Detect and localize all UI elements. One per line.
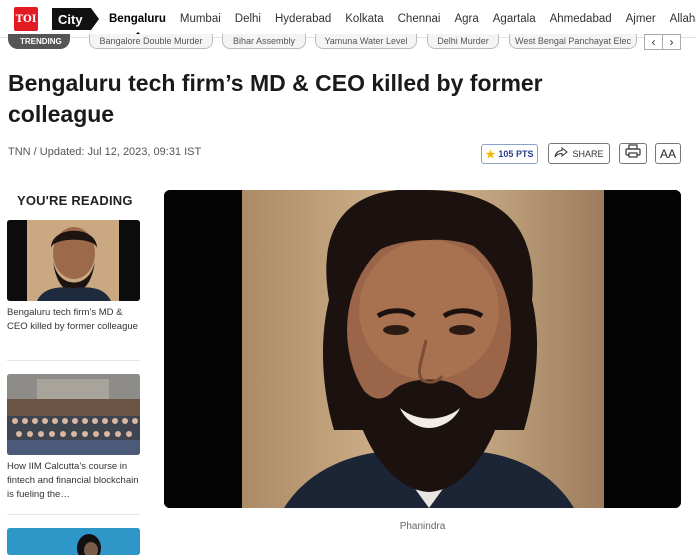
- trending-label: TRENDING: [8, 34, 70, 49]
- article-byline: TNN / Updated: Jul 12, 2023, 09:31 IST: [8, 146, 202, 158]
- printer-icon: [625, 144, 641, 163]
- city-list: Bengaluru Mumbai Delhi Hyderabad Kolkata…: [109, 0, 696, 37]
- top-nav: TOI City Bengaluru Mumbai Delhi Hyderaba…: [0, 0, 696, 38]
- trending-next-button[interactable]: ›: [662, 34, 681, 50]
- city-item-agra[interactable]: Agra: [454, 13, 492, 25]
- rail-item-text: How IIM Calcutta’s course in fintech and…: [7, 461, 139, 500]
- city-item-mumbai[interactable]: Mumbai: [180, 13, 235, 25]
- trending-bar: TRENDING Bangalore Double Murder Bihar A…: [0, 34, 696, 50]
- points-badge[interactable]: ★ 105 PTS: [481, 144, 538, 164]
- city-item-agartala[interactable]: Agartala: [493, 13, 550, 25]
- chevron-left-icon: ‹: [651, 35, 656, 49]
- share-label: SHARE: [572, 148, 604, 159]
- trending-pill[interactable]: Bangalore Double Murder: [89, 34, 213, 49]
- trending-pill[interactable]: West Bengal Panchayat Elec: [509, 34, 637, 49]
- rail-item[interactable]: [7, 528, 140, 555]
- share-icon: [554, 146, 569, 160]
- article-headline: Bengaluru tech firm’s MD & CEO killed by…: [8, 70, 543, 127]
- trending-pill[interactable]: Yamuna Water Level: [315, 34, 417, 49]
- rail-divider: [7, 514, 140, 515]
- share-button[interactable]: SHARE: [548, 143, 610, 164]
- rail-item[interactable]: Bengaluru tech firm’s MD & CEO killed by…: [7, 220, 140, 334]
- chevron-right-icon: ›: [669, 35, 674, 49]
- city-item-bengaluru[interactable]: Bengaluru: [109, 13, 180, 37]
- trending-pill[interactable]: Bihar Assembly: [222, 34, 306, 49]
- points-label: 105 PTS: [498, 149, 534, 159]
- article-photo: [164, 190, 681, 508]
- rail-thumbnail: [7, 528, 140, 555]
- city-item-chennai[interactable]: Chennai: [398, 13, 455, 25]
- font-size-button[interactable]: AA: [655, 143, 681, 164]
- city-item-delhi[interactable]: Delhi: [235, 13, 275, 25]
- rail-divider: [7, 360, 140, 361]
- city-item-kolkata[interactable]: Kolkata: [345, 13, 397, 25]
- rail-item-text: Bengaluru tech firm’s MD & CEO killed by…: [7, 307, 138, 332]
- city-item-ahmedabad[interactable]: Ahmedabad: [550, 13, 626, 25]
- rail-thumbnail: [7, 220, 140, 301]
- star-icon: ★: [485, 148, 496, 161]
- city-item-allahabad[interactable]: Allahabad: [670, 13, 696, 25]
- city-tag[interactable]: City: [52, 8, 99, 30]
- trending-prev-button[interactable]: ‹: [644, 34, 663, 50]
- rail-title: YOU'RE READING: [17, 193, 133, 208]
- city-item-hyderabad[interactable]: Hyderabad: [275, 13, 345, 25]
- trending-pill[interactable]: Delhi Murder: [427, 34, 499, 49]
- print-button[interactable]: [619, 143, 647, 164]
- photo-caption: Phanindra: [399, 521, 446, 532]
- city-item-ajmer[interactable]: Ajmer: [626, 13, 670, 25]
- toi-logo[interactable]: TOI: [14, 7, 38, 31]
- rail-thumbnail: [7, 374, 140, 455]
- rail-item[interactable]: How IIM Calcutta’s course in fintech and…: [7, 374, 140, 502]
